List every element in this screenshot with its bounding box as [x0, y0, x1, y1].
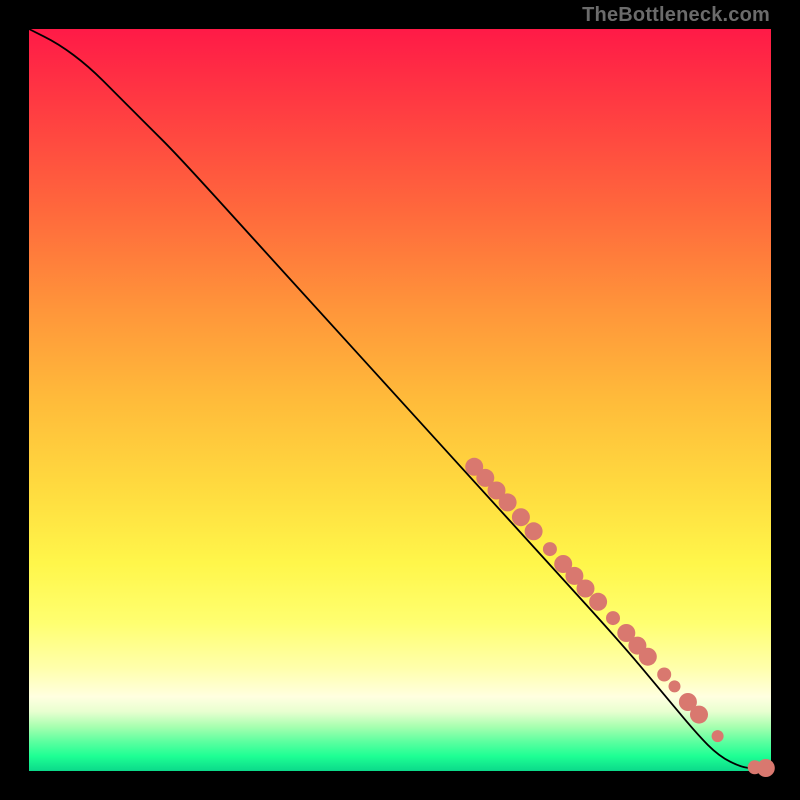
data-point [606, 611, 620, 625]
data-point [525, 522, 543, 540]
dots-group [465, 458, 775, 777]
plot-area [29, 29, 771, 771]
data-point [657, 668, 671, 682]
data-point [543, 542, 557, 556]
data-point [499, 493, 517, 511]
data-point [577, 580, 595, 598]
data-point [639, 648, 657, 666]
data-point [712, 730, 724, 742]
data-point [757, 759, 775, 777]
chart-stage: TheBottleneck.com [0, 0, 800, 800]
chart-svg [29, 29, 771, 771]
data-point [589, 593, 607, 611]
data-point [669, 680, 681, 692]
data-point [512, 508, 530, 526]
watermark-text: TheBottleneck.com [582, 4, 770, 27]
curve-path [29, 29, 771, 769]
data-point [690, 706, 708, 724]
